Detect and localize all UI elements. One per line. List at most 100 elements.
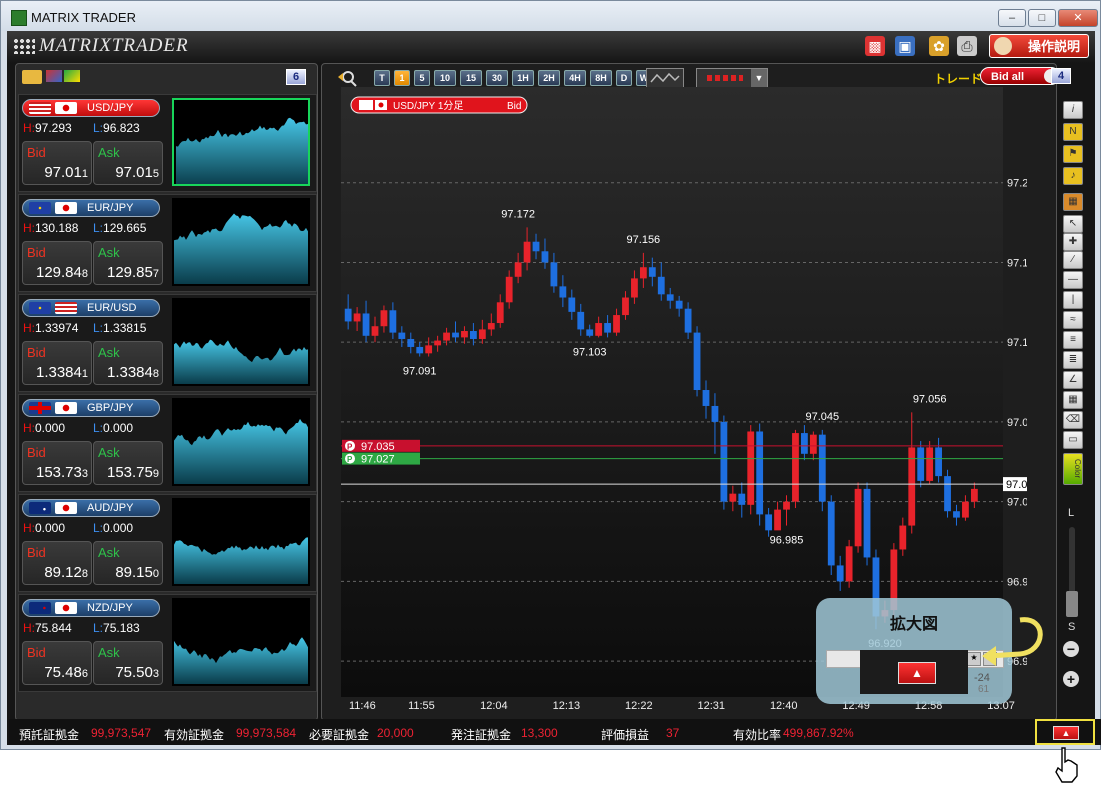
chart-type-icon[interactable] [646,68,684,88]
sparkline-chart[interactable] [172,598,310,686]
rate-list-panel: 6 USD/JPY H:97.293 L:96.823 Bid 97.011 A… [15,63,318,721]
close-button[interactable]: ✕ [1058,9,1098,27]
cursor-icon[interactable]: ↖ [1063,215,1083,233]
sparkline-chart[interactable] [172,98,310,186]
bid-quote-button[interactable]: Bid 97.011 [22,141,92,185]
info-icon[interactable]: i [1063,101,1083,119]
x-tick-label: 11:55 [408,700,435,712]
maximize-button[interactable]: □ [1028,9,1056,27]
ask-main: 153.75 [106,464,153,481]
zoom-out-icon[interactable]: − [1063,641,1079,657]
chart-flag-icon[interactable]: ⚑ [1063,145,1083,163]
trendline-icon[interactable]: ∕ [1063,251,1083,269]
expand-button-highlight[interactable]: ▲ [1035,719,1095,745]
indicator-icon[interactable]: ▦ [1063,193,1083,211]
pair-pill[interactable]: GBP/JPY [22,399,160,417]
trash-icon[interactable]: ▭ [1063,431,1083,449]
flags-icon-2[interactable] [64,70,80,82]
price-annotation: 97.172 [501,208,535,220]
candle-body [809,434,817,454]
zoom-slider[interactable] [1066,527,1078,617]
candle-style-dropdown[interactable]: ▼ [696,68,768,88]
candle-body [666,294,674,301]
horizontal-line-icon[interactable]: — [1063,271,1083,289]
flag-jp-dot-icon [378,102,384,108]
pair-pill[interactable]: NZD/JPY [22,599,160,617]
timeframe-4h[interactable]: 4H [564,70,586,86]
currency-panel-gbp-jpy[interactable]: GBP/JPY H:0.000 L:0.000 Bid 153.733 Ask … [18,394,317,492]
palette-icon[interactable]: ✿ [929,36,949,56]
ask-main: 97.01 [115,164,153,181]
currency-panel-nzd-jpy[interactable]: NZD/JPY H:75.844 L:75.183 Bid 75.486 Ask… [18,594,317,692]
flag-eu-icon [29,302,51,314]
sparkline-chart[interactable] [172,298,310,386]
timeframe-2h[interactable]: 2H [538,70,560,86]
flags-icon[interactable] [46,70,62,82]
bid-quote-button[interactable]: Bid 1.33841 [22,341,92,385]
news-icon[interactable]: N [1063,123,1083,141]
expand-up-icon[interactable]: ▲ [1053,726,1079,740]
gann-icon[interactable]: ▦ [1063,391,1083,409]
timeframe-5[interactable]: 5 [414,70,430,86]
status-value: 99,973,584 [236,726,297,740]
bid-value: 129.848 [36,264,88,281]
pair-pill[interactable]: EUR/USD [22,299,160,317]
ask-quote-button[interactable]: Ask 129.857 [93,241,163,285]
sparkline-chart[interactable] [172,198,310,286]
chart-layout-badge[interactable]: 4 [1051,68,1071,84]
currency-panel-eur-jpy[interactable]: EUR/JPY H:130.188 L:129.665 Bid 129.848 … [18,194,317,292]
print-icon[interactable]: ⎙ [957,36,977,56]
bid-quote-button[interactable]: Bid 75.486 [22,641,92,685]
ask-quote-button[interactable]: Ask 97.015 [93,141,163,185]
currency-panel-aud-jpy[interactable]: AUD/JPY H:0.000 L:0.000 Bid 89.128 Ask 8… [18,494,317,592]
bid-quote-button[interactable]: Bid 153.733 [22,441,92,485]
currency-panel-eur-usd[interactable]: EUR/USD H:1.33974 L:1.33815 Bid 1.33841 … [18,294,317,392]
ask-quote-button[interactable]: Ask 89.150 [93,541,163,585]
eraser-icon[interactable]: ⌫ [1063,411,1083,429]
pair-pill[interactable]: AUD/JPY [22,499,160,517]
y-tick-label: 97.100 [1007,337,1027,349]
price-annotation: 97.045 [805,411,839,423]
help-button[interactable]: 操作説明 [989,34,1089,58]
save-icon[interactable]: ▣ [895,36,915,56]
candle-body [631,278,638,298]
folder-icon[interactable] [22,70,42,84]
fan-icon[interactable]: ∠ [1063,371,1083,389]
bid-quote-button[interactable]: Bid 89.128 [22,541,92,585]
pair-pill[interactable]: EUR/JPY [22,199,160,217]
ask-quote-button[interactable]: Ask 1.33848 [93,341,163,385]
minimize-button[interactable]: – [998,9,1026,27]
candle-body [729,493,737,502]
toolbox-icon[interactable]: ▩ [865,36,885,56]
timeframe-10[interactable]: 10 [434,70,456,86]
color-button[interactable]: Color [1063,453,1083,485]
sparkline-chart[interactable] [172,498,310,586]
bid-quote-button[interactable]: Bid 129.848 [22,241,92,285]
scale-small-label: S [1068,621,1076,633]
currency-panel-usd-jpy[interactable]: USD/JPY H:97.293 L:96.823 Bid 97.011 Ask… [18,94,317,192]
zoom-search-icon[interactable] [336,69,357,87]
zoom-in-icon[interactable]: + [1063,671,1079,687]
vertical-line-icon[interactable]: | [1063,291,1083,309]
timeframe-d[interactable]: D [616,70,632,86]
x-tick-label: 12:31 [697,700,725,712]
timeframe-t[interactable]: T [374,70,390,86]
layout-badge[interactable]: 6 [286,69,306,85]
bell-icon[interactable]: ♪ [1063,167,1083,185]
crosshair-icon[interactable]: ✚ [1063,233,1083,251]
timeframe-15[interactable]: 15 [460,70,482,86]
timeframe-30[interactable]: 30 [486,70,508,86]
zoom-slider-handle[interactable] [1066,591,1078,617]
timeframe-1h[interactable]: 1H [512,70,534,86]
ask-quote-button[interactable]: Ask 75.503 [93,641,163,685]
fibonacci-icon[interactable]: ≈ [1063,311,1083,329]
bid-all-toggle[interactable]: Bid all [980,67,1060,85]
timeframe-1[interactable]: 1 [394,70,410,86]
retracement-icon[interactable]: ≣ [1063,351,1083,369]
low-value: 0.000 [103,421,134,435]
timeframe-8h[interactable]: 8H [590,70,612,86]
sparkline-chart[interactable] [172,398,310,486]
pair-pill[interactable]: USD/JPY [22,99,160,117]
ask-quote-button[interactable]: Ask 153.759 [93,441,163,485]
channel-icon[interactable]: ≡ [1063,331,1083,349]
